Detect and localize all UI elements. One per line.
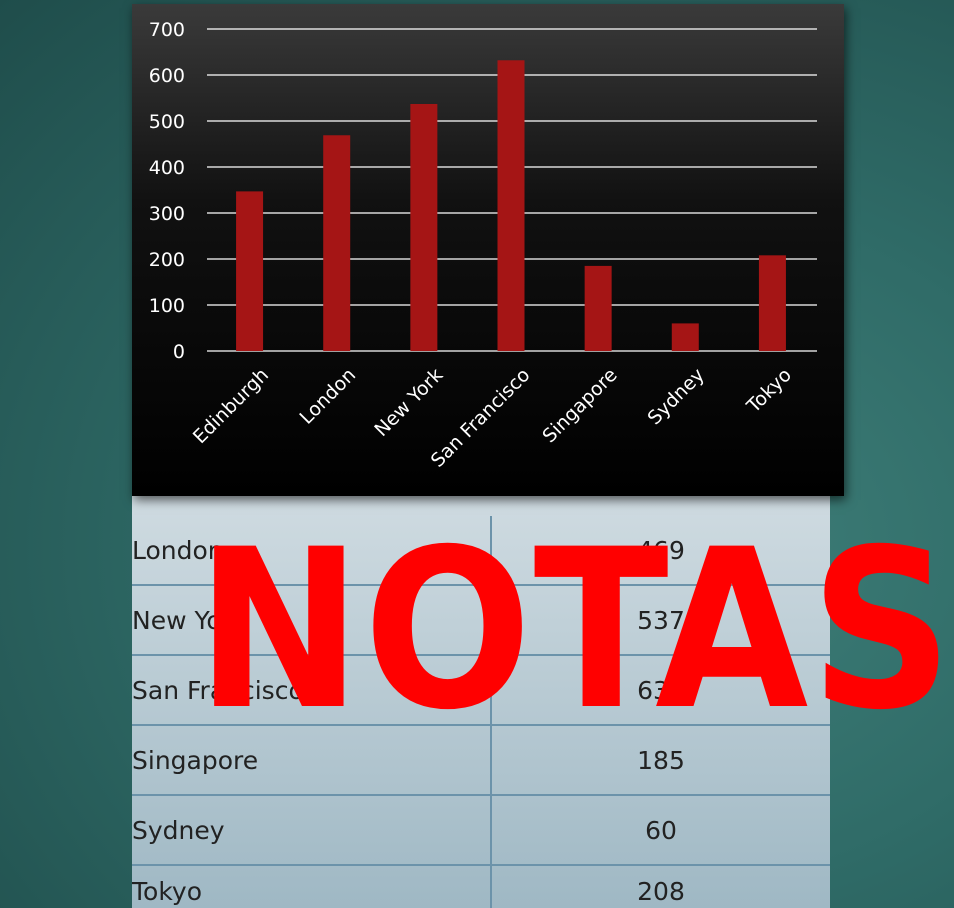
x-tick-label: New York [370, 364, 447, 441]
y-tick-label: 600 [149, 65, 185, 87]
y-tick-label: 400 [149, 157, 185, 179]
table-cell-city: Sydney [132, 795, 492, 866]
chart-canvas: 0 100 200 300 400 500 600 700 Edinburgh London New… [149, 19, 817, 472]
x-tick-label: Tokyo [742, 364, 796, 418]
table-row: Tokyo 208 [132, 865, 830, 908]
x-tick-label: London [295, 364, 360, 429]
bar [497, 60, 525, 351]
y-tick-label: 300 [149, 203, 185, 225]
bar [584, 265, 612, 351]
y-tick-label: 0 [173, 341, 185, 363]
table-row: Sydney 60 [132, 795, 830, 866]
y-tick-label: 200 [149, 249, 185, 271]
x-tick-label: Sydney [644, 364, 709, 429]
bar [410, 103, 438, 351]
y-tick-label: 100 [149, 295, 185, 317]
table-cell-value: 60 [491, 795, 830, 866]
y-tick-label: 500 [149, 111, 185, 133]
notas-overlay-text: NOTAS [196, 502, 954, 758]
bar-chart: 0 100 200 300 400 500 600 700 Edinburgh London New… [132, 4, 844, 496]
table-cell-city: Tokyo [132, 865, 492, 908]
bar [671, 323, 699, 351]
x-tick-label: Edinburgh [189, 364, 273, 448]
bar [758, 255, 786, 351]
x-tick-label: Singapore [538, 364, 621, 447]
bar [236, 191, 264, 351]
y-tick-label: 700 [149, 19, 185, 41]
bar [323, 135, 351, 351]
table-cell-value: 208 [491, 865, 830, 908]
